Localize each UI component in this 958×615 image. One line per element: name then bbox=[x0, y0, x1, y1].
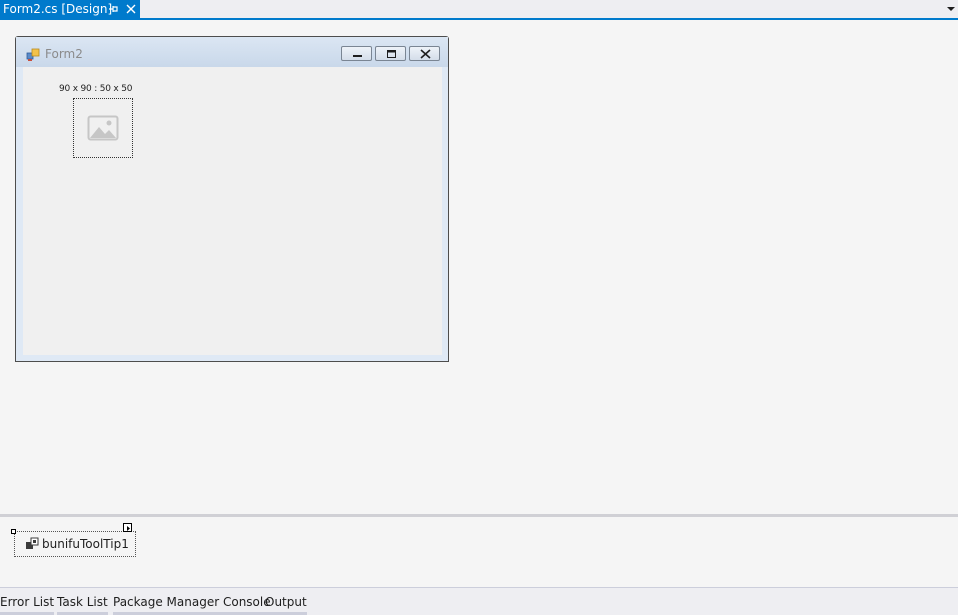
minimize-icon bbox=[353, 55, 362, 57]
minimize-button[interactable] bbox=[341, 46, 372, 61]
form-title-bar[interactable]: Form2 bbox=[16, 37, 448, 67]
chevron-right-icon bbox=[127, 526, 130, 531]
selection-handle[interactable] bbox=[11, 529, 16, 534]
document-tab-strip: Form2.cs [Design] bbox=[0, 0, 958, 20]
chevron-down-icon[interactable] bbox=[946, 3, 956, 15]
smart-tag-button[interactable] bbox=[123, 523, 132, 532]
form-window[interactable]: Form2 90 x 90 : 50 x 50 bbox=[15, 36, 449, 362]
maximize-icon bbox=[387, 50, 396, 58]
tab-error-list[interactable]: Error List bbox=[0, 595, 55, 615]
close-icon[interactable] bbox=[124, 2, 138, 16]
tool-window-tabs: Error List Task List Package Manager Con… bbox=[0, 587, 958, 615]
component-tray[interactable]: bunifuToolTip1 bbox=[0, 517, 958, 587]
maximize-button[interactable] bbox=[375, 46, 406, 61]
image-placeholder-icon bbox=[87, 115, 119, 141]
tab-package-manager-console[interactable]: Package Manager Console bbox=[113, 595, 271, 615]
designer-surface[interactable]: Form2 90 x 90 : 50 x 50 bbox=[0, 20, 958, 514]
picture-box-size-label: 90 x 90 : 50 x 50 bbox=[59, 84, 133, 94]
form-app-icon bbox=[26, 48, 40, 62]
close-icon bbox=[420, 49, 431, 59]
close-button[interactable] bbox=[409, 46, 440, 61]
pin-icon[interactable] bbox=[107, 2, 119, 16]
picture-box[interactable] bbox=[73, 98, 133, 158]
component-bunifu-tooltip[interactable]: bunifuToolTip1 bbox=[14, 531, 136, 557]
document-tab-form2-design[interactable]: Form2.cs [Design] bbox=[0, 0, 140, 18]
form-client-area[interactable]: 90 x 90 : 50 x 50 bbox=[23, 67, 442, 355]
document-tab-title: Form2.cs [Design] bbox=[3, 2, 113, 16]
tab-output[interactable]: Output bbox=[265, 595, 307, 615]
form-title: Form2 bbox=[45, 47, 83, 61]
tab-task-list[interactable]: Task List bbox=[57, 595, 108, 615]
component-icon bbox=[24, 536, 40, 552]
component-label: bunifuToolTip1 bbox=[42, 537, 129, 551]
